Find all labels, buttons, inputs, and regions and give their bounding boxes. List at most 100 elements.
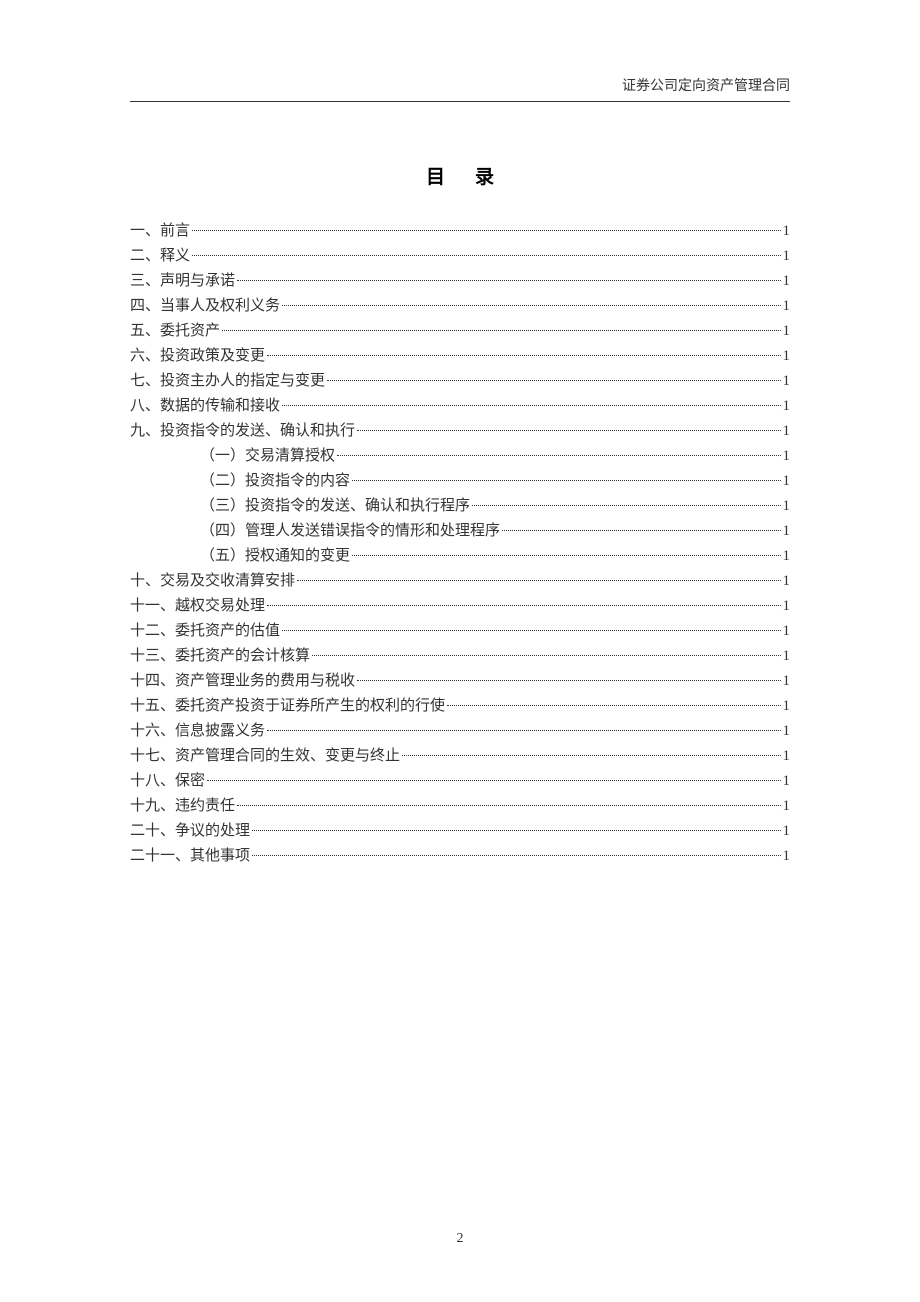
toc-entry-label: （四）管理人发送错误指令的情形和处理程序 xyxy=(200,519,500,543)
toc-entry-label: 一、前言 xyxy=(130,219,190,243)
toc-entry: 十、交易及交收清算安排 1 xyxy=(130,569,790,593)
toc-entry: 五、委托资产 1 xyxy=(130,319,790,343)
toc-entry: 十五、委托资产投资于证券所产生的权利的行使 1 xyxy=(130,694,790,718)
toc-dots xyxy=(267,730,780,731)
toc-entry-page: 1 xyxy=(783,644,791,668)
toc-entry-page: 1 xyxy=(783,494,791,518)
toc-entry-page: 1 xyxy=(783,444,791,468)
toc-dots xyxy=(472,505,780,506)
toc-entry: 十三、委托资产的会计核算 1 xyxy=(130,644,790,668)
toc-dots xyxy=(282,405,780,406)
toc-dots xyxy=(297,580,780,581)
toc-entry-page: 1 xyxy=(783,419,791,443)
toc-entry-page: 1 xyxy=(783,369,791,393)
toc-entry-page: 1 xyxy=(783,219,791,243)
toc-entry-label: 十九、违约责任 xyxy=(130,794,235,818)
toc-entry: 十九、违约责任1 xyxy=(130,794,790,818)
toc-entry: 十一、越权交易处理 1 xyxy=(130,594,790,618)
toc-entry-label: 六、投资政策及变更 xyxy=(130,344,265,368)
toc-entry: 十八、保密 1 xyxy=(130,769,790,793)
toc-dots xyxy=(237,805,780,806)
toc-entry-page: 1 xyxy=(783,694,791,718)
toc-entry-page: 1 xyxy=(783,469,791,493)
toc-dots xyxy=(252,855,780,856)
toc-entry: 七、投资主办人的指定与变更 1 xyxy=(130,369,790,393)
toc-dots xyxy=(337,455,780,456)
toc-dots xyxy=(312,655,780,656)
toc-entry: （一）交易清算授权 1 xyxy=(130,444,790,468)
toc-entry-page: 1 xyxy=(783,569,791,593)
toc-entry-label: （二）投资指令的内容 xyxy=(200,469,350,493)
toc-entry-page: 1 xyxy=(783,344,791,368)
toc-dots xyxy=(327,380,780,381)
toc-dots xyxy=(237,280,780,281)
toc-dots xyxy=(357,430,780,431)
toc-entry-label: 四、当事人及权利义务 xyxy=(130,294,280,318)
toc-entry: 六、投资政策及变更 1 xyxy=(130,344,790,368)
toc-entry-page: 1 xyxy=(783,244,791,268)
toc-dots xyxy=(357,680,780,681)
toc-entry-page: 1 xyxy=(783,319,791,343)
toc-entry-page: 1 xyxy=(783,719,791,743)
toc-entry-page: 1 xyxy=(783,744,791,768)
toc-entry-page: 1 xyxy=(783,669,791,693)
toc-entry-label: 十八、保密 xyxy=(130,769,205,793)
toc-entry: 二十、争议的处理1 xyxy=(130,819,790,843)
toc-dots xyxy=(352,555,780,556)
toc-entry: 二十一、其他事项1 xyxy=(130,844,790,868)
toc-entry-label: 十七、资产管理合同的生效、变更与终止 xyxy=(130,744,400,768)
toc-entry-label: 二十、争议的处理 xyxy=(130,819,250,843)
toc-entry: 九、投资指令的发送、确认和执行 1 xyxy=(130,419,790,443)
toc-entry: 十四、资产管理业务的费用与税收 1 xyxy=(130,669,790,693)
toc-list: 一、前言1二、释义1三、声明与承诺1四、当事人及权利义务1五、委托资产1六、投资… xyxy=(130,219,790,868)
toc-entry-page: 1 xyxy=(783,769,791,793)
toc-entry: 三、声明与承诺 1 xyxy=(130,269,790,293)
toc-dots xyxy=(402,755,780,756)
toc-entry-label: 十三、委托资产的会计核算 xyxy=(130,644,310,668)
toc-dots xyxy=(222,330,780,331)
toc-dots xyxy=(282,630,780,631)
toc-entry-label: 十一、越权交易处理 xyxy=(130,594,265,618)
toc-entry: 十七、资产管理合同的生效、变更与终止 1 xyxy=(130,744,790,768)
toc-entry-label: 二十一、其他事项 xyxy=(130,844,250,868)
toc-entry-label: 九、投资指令的发送、确认和执行 xyxy=(130,419,355,443)
toc-entry-label: 七、投资主办人的指定与变更 xyxy=(130,369,325,393)
page-number: 2 xyxy=(457,1231,464,1246)
toc-entry-label: 五、委托资产 xyxy=(130,319,220,343)
toc-entry-label: 十、交易及交收清算安排 xyxy=(130,569,295,593)
toc-entry: 一、前言 1 xyxy=(130,219,790,243)
toc-entry: （三）投资指令的发送、确认和执行程序 1 xyxy=(130,494,790,518)
toc-dots xyxy=(267,355,780,356)
toc-entry-page: 1 xyxy=(783,269,791,293)
document-page: 证券公司定向资产管理合同 目录 一、前言1二、释义1三、声明与承诺1四、当事人及… xyxy=(0,0,920,1302)
toc-entry: 四、当事人及权利义务 1 xyxy=(130,294,790,318)
toc-entry-page: 1 xyxy=(783,294,791,318)
toc-entry-page: 1 xyxy=(783,544,791,568)
toc-entry-label: （三）投资指令的发送、确认和执行程序 xyxy=(200,494,470,518)
toc-dots xyxy=(282,305,780,306)
page-header: 证券公司定向资产管理合同 xyxy=(130,75,790,102)
toc-dots xyxy=(352,480,780,481)
toc-entry-label: 三、声明与承诺 xyxy=(130,269,235,293)
toc-dots xyxy=(252,830,780,831)
toc-entry-page: 1 xyxy=(783,619,791,643)
toc-entry: （五）授权通知的变更 1 xyxy=(130,544,790,568)
toc-entry-page: 1 xyxy=(783,594,791,618)
toc-entry: （四）管理人发送错误指令的情形和处理程序1 xyxy=(130,519,790,543)
toc-entry-label: 十四、资产管理业务的费用与税收 xyxy=(130,669,355,693)
page-footer: 2 xyxy=(0,1231,920,1247)
toc-entry: 十六、信息披露义务 1 xyxy=(130,719,790,743)
toc-entry: 十二、委托资产的估值 1 xyxy=(130,619,790,643)
toc-entry-page: 1 xyxy=(783,394,791,418)
toc-entry-label: 十二、委托资产的估值 xyxy=(130,619,280,643)
toc-entry-label: 八、数据的传输和接收 xyxy=(130,394,280,418)
toc-entry-label: （一）交易清算授权 xyxy=(200,444,335,468)
toc-entry: 八、数据的传输和接收 1 xyxy=(130,394,790,418)
toc-dots xyxy=(192,230,780,231)
toc-entry-label: 十五、委托资产投资于证券所产生的权利的行使 xyxy=(130,694,445,718)
toc-entry-label: 十六、信息披露义务 xyxy=(130,719,265,743)
toc-dots xyxy=(207,780,780,781)
header-title: 证券公司定向资产管理合同 xyxy=(622,79,790,94)
toc-entry-label: （五）授权通知的变更 xyxy=(200,544,350,568)
toc-entry: （二）投资指令的内容 1 xyxy=(130,469,790,493)
